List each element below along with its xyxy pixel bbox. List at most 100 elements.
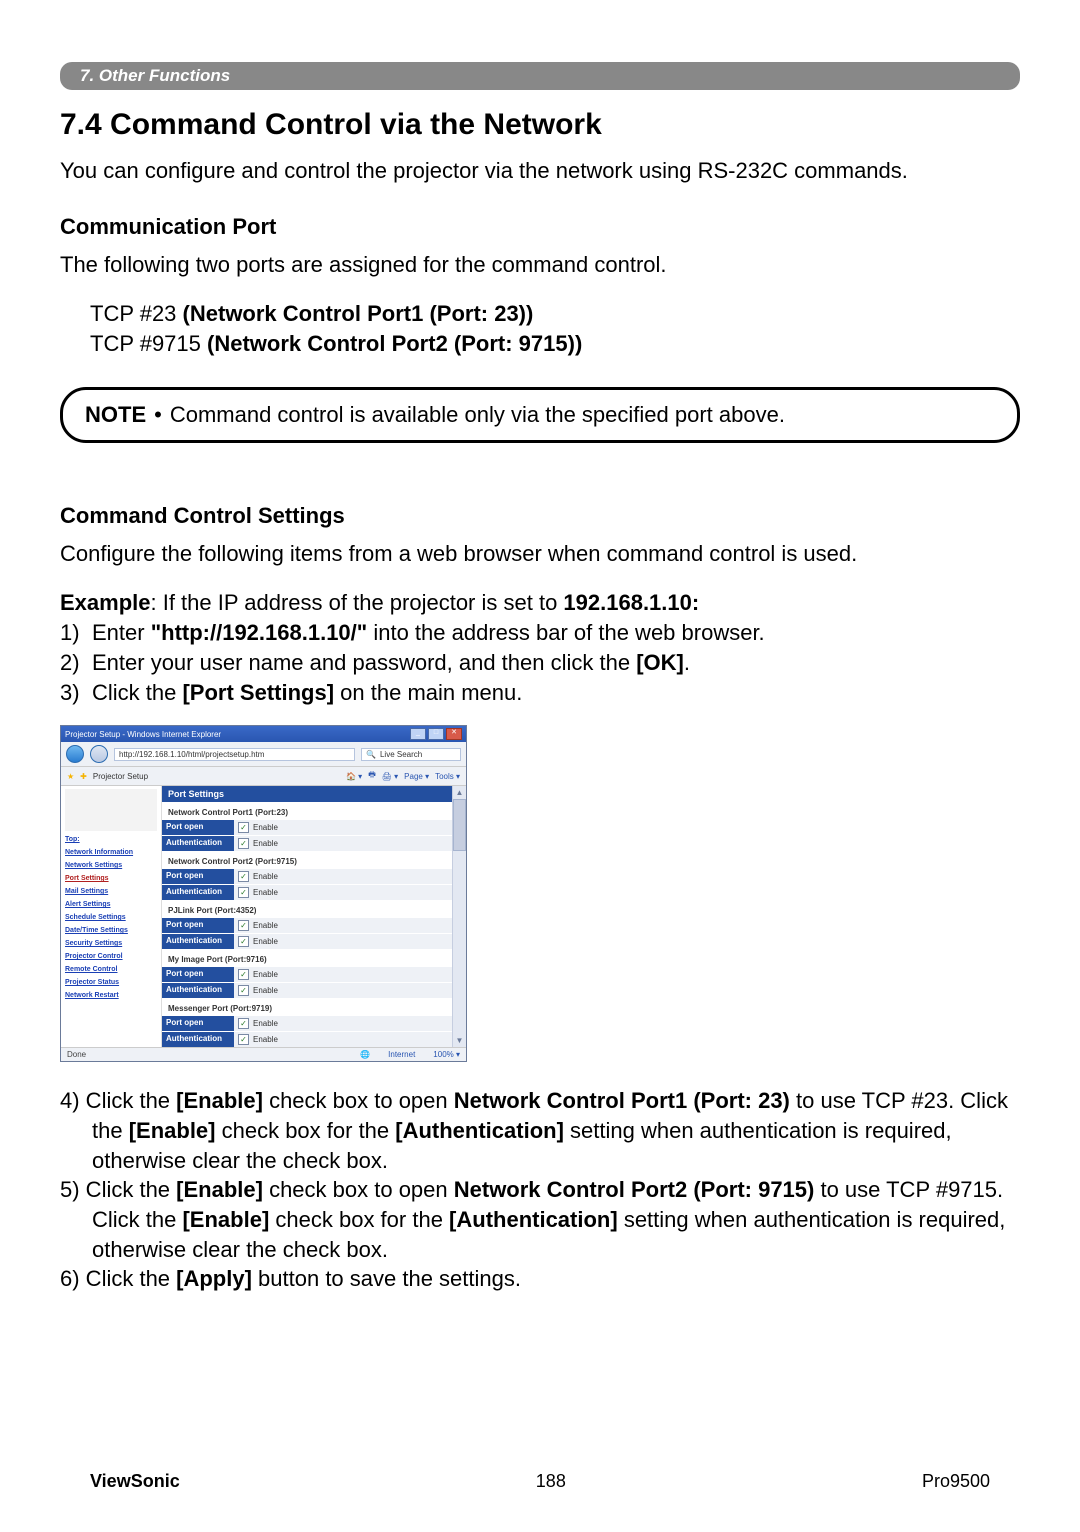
group-3-title: My Image Port (Port:9716) xyxy=(162,949,452,966)
page: 7. Other Functions 7.4 Command Control v… xyxy=(0,0,1080,1532)
table-row: Port open✓Enable xyxy=(162,917,452,933)
port1-line: TCP #23 (Network Control Port1 (Port: 23… xyxy=(90,299,1020,329)
scroll-down-icon[interactable]: ▼ xyxy=(456,1034,464,1047)
table-row: Authentication ✓ Enable xyxy=(162,884,452,900)
note-box: NOTE • Command control is available only… xyxy=(60,387,1020,443)
intro-paragraph: You can configure and control the projec… xyxy=(60,156,1020,186)
note-bullet: • xyxy=(154,402,162,428)
sidebar-item-projector-control[interactable]: Projector Control xyxy=(65,953,157,960)
add-favorite-icon[interactable]: ✚ xyxy=(80,772,87,781)
status-zoom[interactable]: 100% ▾ xyxy=(433,1050,460,1059)
comm-port-heading: Communication Port xyxy=(60,214,1020,240)
minimize-icon[interactable]: _ xyxy=(410,728,426,740)
url-field[interactable]: http://192.168.1.10/html/projectsetup.ht… xyxy=(114,748,355,761)
step-6-b: button to save the settings. xyxy=(252,1266,521,1291)
step-6-num: 6) xyxy=(60,1266,80,1291)
group-2-title: PJLink Port (Port:4352) xyxy=(162,900,452,917)
example-block: Example: If the IP address of the projec… xyxy=(60,588,1020,707)
sidebar-top[interactable]: Top: xyxy=(65,836,157,843)
example-label: Example xyxy=(60,590,151,615)
home-icon[interactable]: 🏠 ▾ xyxy=(346,772,362,781)
port1-name: (Network Control Port1 (Port: 23)) xyxy=(183,301,534,326)
sidebar-item-remote-control[interactable]: Remote Control xyxy=(65,966,157,973)
step-4-d: check box for the xyxy=(216,1118,396,1143)
row-value: Enable xyxy=(253,970,278,979)
step-5-d: check box for the xyxy=(269,1207,449,1232)
cc-settings-lead: Configure the following items from a web… xyxy=(60,539,1020,569)
close-icon[interactable]: ✕ xyxy=(446,728,462,740)
checkbox[interactable]: ✓ xyxy=(238,838,249,849)
ss-window-titlebar: Projector Setup - Windows Internet Explo… xyxy=(61,726,466,742)
sidebar-item-port-settings[interactable]: Port Settings xyxy=(65,875,157,882)
port-list: TCP #23 (Network Control Port1 (Port: 23… xyxy=(90,299,1020,358)
note-text: Command control is available only via th… xyxy=(170,402,785,428)
back-icon[interactable] xyxy=(66,745,84,763)
checkbox[interactable]: ✓ xyxy=(238,871,249,882)
favorites-icon[interactable]: ★ xyxy=(67,772,74,781)
feeds-icon[interactable]: 🖶 xyxy=(368,769,376,783)
logo-slot xyxy=(65,789,157,831)
table-row: Authentication✓Enable xyxy=(162,835,452,851)
row-label: Port open xyxy=(162,1015,234,1031)
checkbox[interactable]: ✓ xyxy=(238,936,249,947)
sidebar-item-network-settings[interactable]: Network Settings xyxy=(65,862,157,869)
status-zone: Internet xyxy=(388,1050,415,1059)
tools-menu[interactable]: Tools ▾ xyxy=(435,772,460,781)
step-5-b: check box to open xyxy=(263,1177,454,1202)
scrollbar[interactable]: ▲ ▼ xyxy=(452,786,466,1047)
tab-label[interactable]: Projector Setup xyxy=(93,772,148,781)
step-5-enable: [Enable] xyxy=(176,1177,263,1202)
step-2-b: . xyxy=(684,650,690,675)
checkbox[interactable]: ✓ xyxy=(238,1034,249,1045)
sidebar-item-projector-status[interactable]: Projector Status xyxy=(65,979,157,986)
ss-address-bar: http://192.168.1.10/html/projectsetup.ht… xyxy=(61,742,466,767)
page-menu[interactable]: Page ▾ xyxy=(404,772,429,781)
step-1: 1) Enter "http://192.168.1.10/" into the… xyxy=(60,618,1020,648)
step-6: 6) Click the [Apply] button to save the … xyxy=(60,1264,1020,1294)
step-4-enable: [Enable] xyxy=(176,1088,263,1113)
checkbox[interactable]: ✓ xyxy=(238,985,249,996)
row-label: Port open xyxy=(162,819,234,835)
table-row: Authentication✓Enable xyxy=(162,982,452,998)
note-label: NOTE xyxy=(85,402,146,428)
sidebar-item-network-restart[interactable]: Network Restart xyxy=(65,992,157,999)
row-value: Enable xyxy=(253,888,278,897)
checkbox[interactable]: ✓ xyxy=(238,920,249,931)
row-label: Authentication xyxy=(162,884,234,900)
sidebar-item-network-information[interactable]: Network Information xyxy=(65,849,157,856)
step-5-enable2: [Enable] xyxy=(182,1207,269,1232)
step-4: 4) Click the [Enable] check box to open … xyxy=(60,1086,1020,1175)
checkbox[interactable]: ✓ xyxy=(238,822,249,833)
checkbox[interactable]: ✓ xyxy=(238,1018,249,1029)
scroll-up-icon[interactable]: ▲ xyxy=(456,786,464,799)
sidebar-item-mail-settings[interactable]: Mail Settings xyxy=(65,888,157,895)
row-value: Enable xyxy=(253,937,278,946)
step-2-a: Enter your user name and password, and t… xyxy=(92,650,636,675)
step-5-port: Network Control Port2 (Port: 9715) xyxy=(454,1177,815,1202)
footer-brand: ViewSonic xyxy=(90,1471,180,1492)
search-icon: 🔍 xyxy=(366,750,376,759)
steps-after: 4) Click the [Enable] check box to open … xyxy=(60,1086,1020,1294)
row-value: Enable xyxy=(253,986,278,995)
step-1-url: "http://192.168.1.10/" xyxy=(151,620,368,645)
scroll-thumb[interactable] xyxy=(453,799,466,851)
sidebar-item-schedule-settings[interactable]: Schedule Settings xyxy=(65,914,157,921)
search-field[interactable]: 🔍 Live Search xyxy=(361,748,461,761)
row-label: Port open xyxy=(162,917,234,933)
row-value: Enable xyxy=(253,839,278,848)
sidebar-item-alert-settings[interactable]: Alert Settings xyxy=(65,901,157,908)
step-5-auth: [Authentication] xyxy=(449,1207,618,1232)
checkbox[interactable]: ✓ xyxy=(238,969,249,980)
row-label: Port open xyxy=(162,868,234,884)
print-icon[interactable]: 🖨 ▾ xyxy=(382,772,398,781)
maximize-icon[interactable]: □ xyxy=(428,728,444,740)
step-3-num: 3) xyxy=(60,678,92,708)
sidebar-item-date-time-settings[interactable]: Date/Time Settings xyxy=(65,927,157,934)
row-value: Enable xyxy=(253,1035,278,1044)
sidebar-item-security-settings[interactable]: Security Settings xyxy=(65,940,157,947)
table-row: Port open✓Enable xyxy=(162,1015,452,1031)
port2-name: (Network Control Port2 (Port: 9715)) xyxy=(207,331,582,356)
forward-icon[interactable] xyxy=(90,745,108,763)
checkbox[interactable]: ✓ xyxy=(238,887,249,898)
table-row: Port open✓Enable xyxy=(162,819,452,835)
